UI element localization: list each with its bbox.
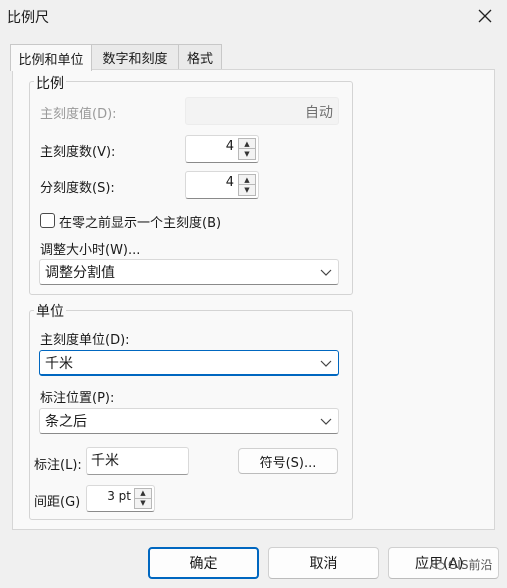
tab-label: 格式 — [186, 52, 213, 67]
chevron-down-icon — [320, 269, 332, 276]
spin-up-icon[interactable]: ▲ — [239, 175, 255, 185]
ok-button[interactable]: 确定 — [148, 547, 259, 579]
window-title: 比例尺 — [7, 10, 49, 26]
tab-label: 数字和刻度 — [102, 52, 168, 67]
label-text-input[interactable]: 千米 — [86, 447, 189, 475]
major-unit-combobox-value: 千米 — [45, 356, 73, 372]
major-unit-combobox[interactable]: 千米 — [39, 350, 339, 376]
watermark-text: GIS前沿 — [448, 558, 493, 572]
tab-scale-and-units[interactable]: 比例和单位 — [10, 44, 92, 71]
minor-count-label: 分刻度数(S): — [40, 181, 115, 196]
spin-down-icon[interactable]: ▼ — [239, 149, 255, 159]
label-position-label: 标注位置(P): — [40, 391, 115, 406]
watermark: GIS前沿 — [431, 556, 492, 573]
major-unit-label: 主刻度单位(D): — [40, 333, 130, 348]
spin-up-icon[interactable]: ▲ — [135, 489, 151, 499]
chevron-down-icon — [320, 360, 332, 367]
tab-label: 比例和单位 — [18, 52, 84, 68]
resize-combobox-value: 调整分割值 — [45, 265, 115, 281]
minor-count-value: 4 — [225, 175, 234, 190]
chevron-down-icon — [320, 418, 332, 425]
spin-down-icon[interactable]: ▼ — [239, 185, 255, 195]
major-count-spin-buttons: ▲ ▼ — [238, 138, 256, 160]
major-value-text: 自动 — [305, 105, 333, 121]
resize-combobox[interactable]: 调整分割值 — [39, 259, 339, 285]
major-count-label: 主刻度数(V): — [40, 145, 116, 160]
symbol-button[interactable]: 符号(S)... — [238, 448, 338, 474]
gap-stepper[interactable]: 3 pt ▲ ▼ — [86, 485, 155, 512]
major-count-value: 4 — [225, 139, 234, 154]
minor-count-stepper[interactable]: 4 ▲ ▼ — [185, 171, 259, 199]
cancel-button[interactable]: 取消 — [268, 547, 379, 579]
title-bar — [0, 0, 507, 33]
resize-label: 调整大小时(W)... — [40, 243, 141, 258]
label-position-combobox[interactable]: 条之后 — [39, 408, 339, 434]
gap-label: 间距(G) — [34, 495, 81, 510]
tab-format[interactable]: 格式 — [178, 44, 222, 70]
major-value-label: 主刻度值(D): — [40, 107, 117, 122]
label-text-label: 标注(L): — [34, 458, 82, 473]
label-position-combobox-value: 条之后 — [45, 414, 87, 430]
show-before-zero-label: 在零之前显示一个主刻度(B) — [59, 216, 222, 231]
gap-spin-buttons: ▲ ▼ — [134, 488, 152, 509]
units-group-legend: 单位 — [34, 301, 66, 321]
label-text-value: 千米 — [91, 453, 119, 469]
spin-down-icon[interactable]: ▼ — [135, 499, 151, 509]
close-icon — [478, 9, 492, 23]
show-before-zero-checkbox[interactable] — [40, 213, 55, 228]
close-button[interactable] — [470, 2, 500, 30]
tab-numbers-and-ticks[interactable]: 数字和刻度 — [91, 44, 179, 70]
spin-up-icon[interactable]: ▲ — [239, 139, 255, 149]
major-value-field: 自动 — [185, 97, 339, 125]
wechat-icon — [431, 559, 445, 570]
minor-count-spin-buttons: ▲ ▼ — [238, 174, 256, 196]
major-count-stepper[interactable]: 4 ▲ ▼ — [185, 135, 259, 163]
gap-value: 3 pt — [107, 489, 131, 503]
ratio-group-legend: 比例 — [34, 73, 66, 93]
